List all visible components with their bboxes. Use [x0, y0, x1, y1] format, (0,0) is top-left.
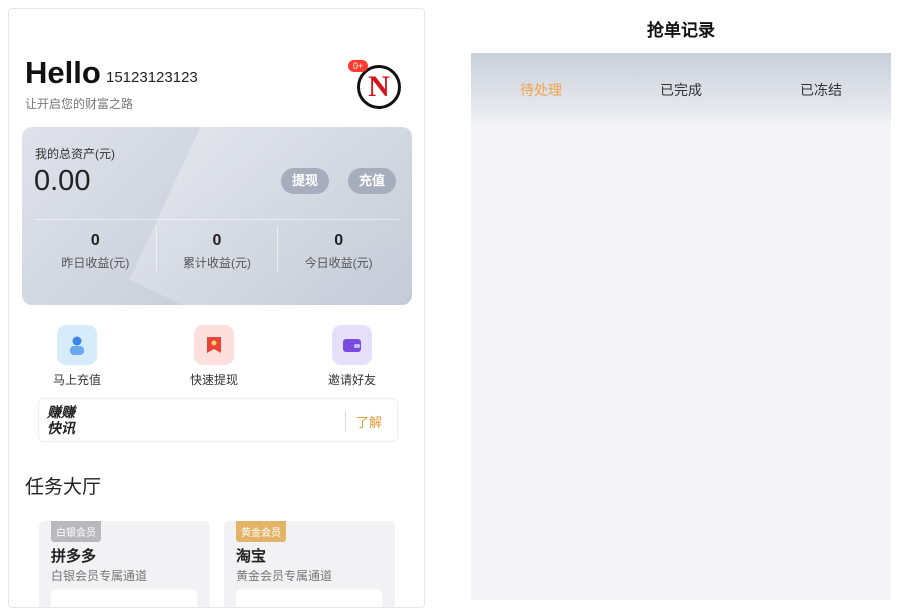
stat-yesterday: 0 昨日收益(元) — [35, 226, 157, 271]
task-action-area[interactable] — [51, 589, 197, 607]
records-panel: 抢单记录 待处理 已完成 已冻结 — [471, 8, 891, 600]
stat-today: 0 今日收益(元) — [278, 226, 399, 271]
asset-label: 我的总资产(元) — [35, 147, 115, 161]
member-tag: 黄金会员 — [236, 521, 286, 542]
stat-label: 昨日收益(元) — [61, 256, 130, 270]
asset-card: 我的总资产(元) 0.00 提现 充值 0 昨日收益(元) 0 累计收益(元) … — [22, 127, 412, 305]
task-name: 淘宝 — [236, 548, 267, 565]
quick-recharge[interactable]: 马上充值 — [37, 325, 117, 388]
tab-completed[interactable]: 已完成 — [611, 53, 751, 125]
tab-frozen[interactable]: 已冻结 — [751, 53, 891, 125]
tab-pending[interactable]: 待处理 — [471, 53, 611, 125]
asset-total: 0.00 — [34, 165, 91, 197]
invite-friends-label: 邀请好友 — [327, 373, 376, 387]
task-card-pinduoduo[interactable]: 白银会员 拼多多 白银会员专属通道 — [39, 521, 210, 607]
recharge-button[interactable]: 充值 — [348, 168, 397, 194]
greeting: Hello — [25, 55, 101, 90]
task-name: 拼多多 — [51, 548, 97, 565]
task-action-area[interactable] — [236, 589, 382, 607]
user-wallet-icon — [57, 325, 97, 365]
task-card-taobao[interactable]: 黄金会员 淘宝 黄金会员专属通道 — [224, 521, 395, 607]
task-desc: 黄金会员专属通道 — [236, 569, 333, 583]
news-ticker[interactable]: 赚赚 快讯 了解 — [38, 398, 398, 442]
slogan: 让开启您的财富之路 — [25, 97, 134, 111]
member-tag: 白银会员 — [51, 521, 101, 542]
bookmark-icon — [194, 325, 234, 365]
record-tabs: 待处理 已完成 已冻结 — [471, 53, 891, 125]
quick-recharge-label: 马上充值 — [52, 373, 101, 387]
wallet-icon — [332, 325, 372, 365]
stat-value: 0 — [334, 232, 344, 249]
quick-withdraw[interactable]: 快速提现 — [174, 325, 254, 388]
stat-cumulative: 0 累计收益(元) — [157, 226, 279, 271]
stat-label: 今日收益(元) — [304, 256, 373, 270]
user-phone: 15123123123 — [106, 69, 198, 86]
news-logo: 赚赚 快讯 — [47, 404, 75, 436]
earnings-stats: 0 昨日收益(元) 0 累计收益(元) 0 今日收益(元) — [35, 219, 399, 271]
divider — [345, 411, 346, 431]
withdraw-button[interactable]: 提现 — [281, 168, 330, 194]
news-logo-line1: 赚赚 — [47, 404, 75, 420]
stat-value: 0 — [212, 232, 222, 249]
page-title: 抢单记录 — [471, 8, 891, 53]
task-hall-title: 任务大厅 — [25, 477, 102, 498]
news-logo-line2: 快讯 — [47, 420, 75, 436]
invite-friends[interactable]: 邀请好友 — [312, 325, 392, 388]
quick-withdraw-label: 快速提现 — [189, 373, 238, 387]
stat-value: 0 — [90, 232, 100, 249]
home-panel: Hello 15123123123 让开启您的财富之路 N 0+ 我的总资产(元… — [8, 8, 425, 608]
notification-badge: 0+ — [348, 60, 369, 72]
avatar-logo-icon: N — [368, 70, 390, 103]
task-desc: 白银会员专属通道 — [51, 569, 148, 583]
news-more-link[interactable]: 了解 — [356, 412, 382, 431]
stat-label: 累计收益(元) — [183, 256, 251, 270]
